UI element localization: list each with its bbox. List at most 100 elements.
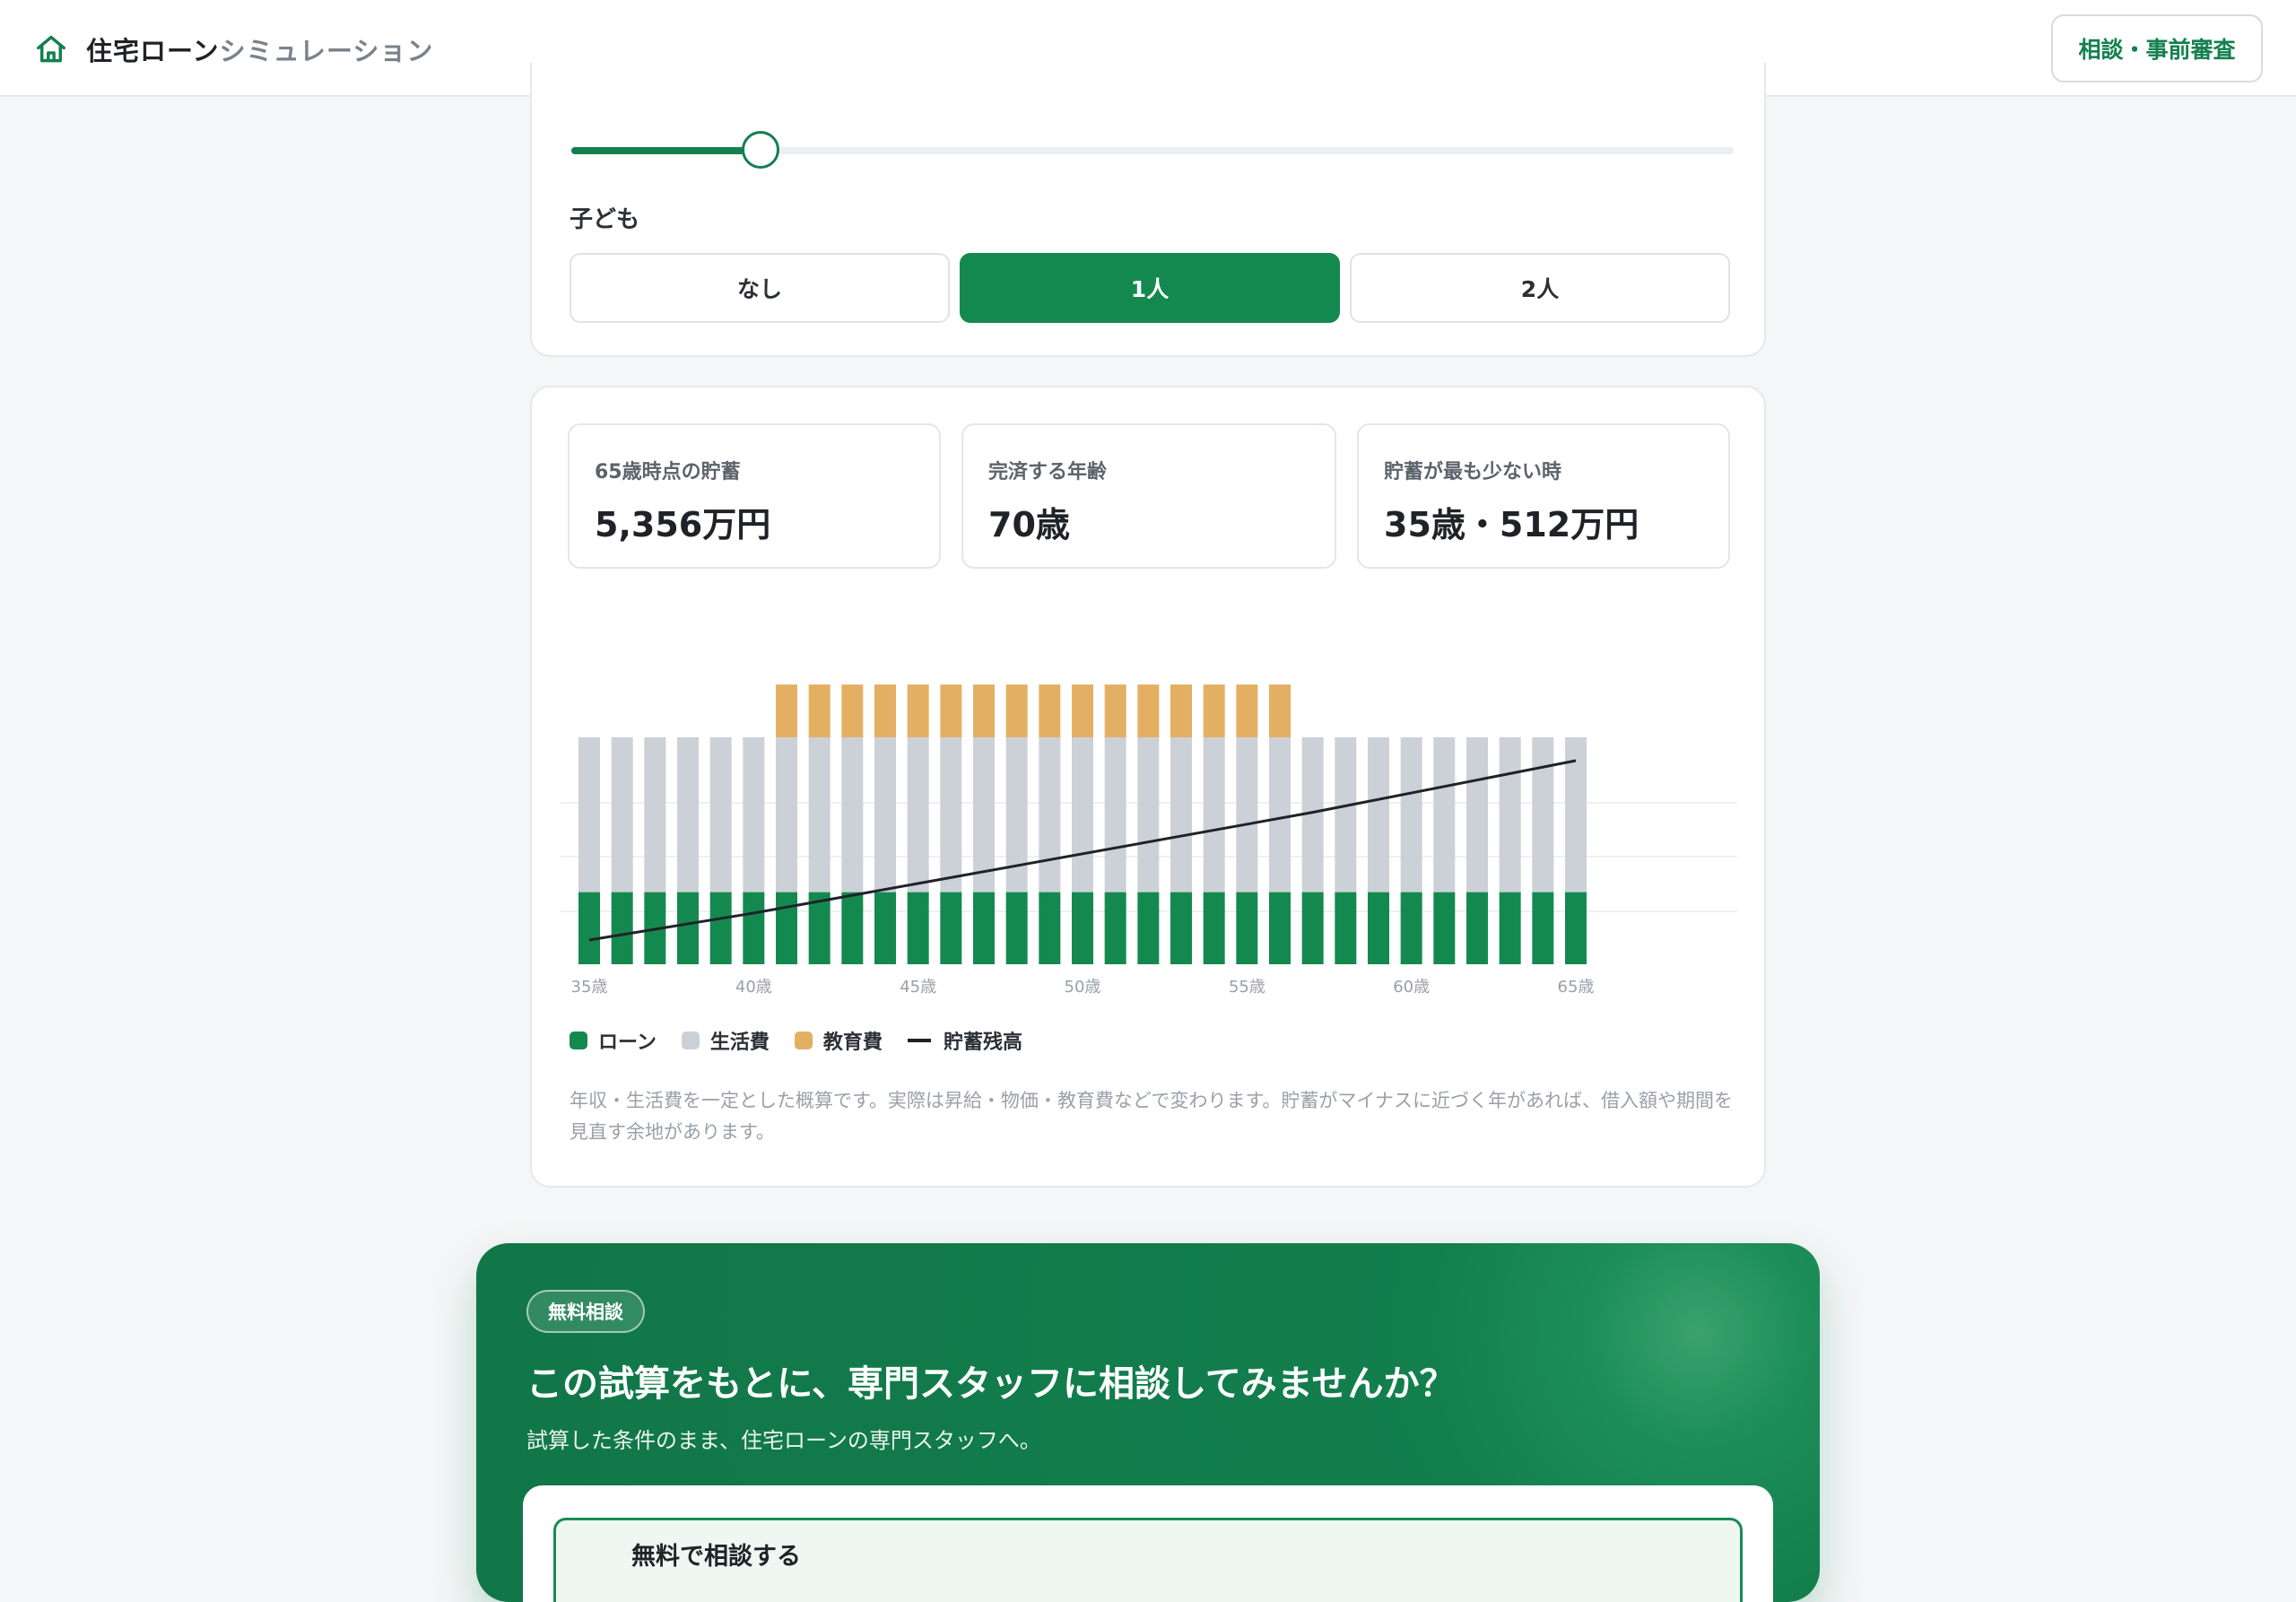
bar-segment-loan [907,892,929,964]
stat-label: 完済する年齢 [988,461,1108,483]
bar-segment-education [874,684,896,737]
stat-label: 貯蓄が最も少ない時 [1384,461,1562,483]
stat-min-savings: 貯蓄が最も少ない時 35歳・512万円 [1357,423,1730,569]
home-icon[interactable] [34,32,68,66]
bar-segment-loan [709,892,732,964]
legend-swatch-savings [907,1039,931,1042]
bar-segment-education [1039,684,1061,737]
legend-item-education: 教育費 [794,1026,883,1055]
x-tick-label: 35歳 [571,978,608,997]
bar-segment-living [709,737,732,892]
bar-segment-loan [1005,892,1028,964]
bar-segment-loan [841,892,864,964]
slider-thumb[interactable] [742,131,780,169]
settings-card: 子ども なし 1人 2人 [530,63,1766,357]
bar-segment-loan [1400,892,1422,964]
disclaimer-note: 年収・生活費を一定とした概算です。実際は昇給・物価・教育費などで変わります。貯蓄… [570,1090,1733,1143]
stat-payoff-age: 完済する年齢 70歳 [961,423,1336,569]
bar-segment-living [1269,737,1291,892]
bar-segment-living [1005,737,1028,892]
bar-segment-education [973,684,995,737]
legend-swatch-living [681,1032,700,1049]
bar-segment-loan [973,892,995,964]
result-card: 65歳時点の貯蓄 5,356万円 完済する年齢 70歳 貯蓄が最も少ない時 35… [530,386,1766,1188]
bar-segment-living [743,737,765,892]
stat-value: 5,356万円 [595,505,771,544]
legend-item-loan: ローン [570,1026,657,1055]
bar-segment-education [1005,684,1028,737]
bar-segment-living [1137,737,1160,892]
bar-segment-loan [1269,892,1291,964]
bar-segment-living [1400,737,1422,892]
bar-segment-education [808,684,831,737]
bar-segment-living [1565,737,1587,892]
x-tick-label: 55歳 [1229,978,1265,997]
bar-segment-education [907,684,929,737]
cta-panel: 無料で相談する [523,1485,1773,1602]
cta-subtitle: 試算した条件のまま、住宅ローンの専門スタッフへ。 [526,1428,1041,1453]
children-option-two[interactable]: 2人 [1350,253,1730,323]
bar-segment-living [1072,737,1093,892]
bar-segment-living [776,737,797,892]
bar-segment-living [578,737,600,892]
x-tick-label: 60歳 [1393,978,1430,997]
bar-segment-education [1137,684,1160,737]
bar-segment-living [808,737,831,892]
chart-legend: ローン 生活費 教育費 貯蓄残高 [570,1026,1048,1055]
bar-segment-loan [1104,892,1126,964]
bar-segment-living [611,737,633,892]
legend-swatch-loan [570,1032,587,1049]
bar-segment-living [874,737,896,892]
bar-segment-loan [1203,892,1225,964]
bar-segment-education [1203,684,1225,737]
bar-segment-loan [1039,892,1061,964]
bar-segment-living [1203,737,1225,892]
bar-segment-loan [1532,892,1554,964]
bar-segment-loan [578,892,600,964]
bar-segment-living [1236,737,1258,892]
x-tick-label: 40歳 [735,978,772,997]
bar-segment-loan [1137,892,1160,964]
bar-segment-education [1170,684,1192,737]
legend-item-living: 生活費 [681,1026,770,1055]
x-tick-label: 65歳 [1558,978,1595,997]
bar-segment-education [841,684,864,737]
x-tick-label: 45歳 [900,978,936,997]
bar-segment-living [1466,737,1488,892]
bar-segment-living [1170,737,1192,892]
cta-title: この試算をもとに、専門スタッフに相談してみませんか？ [526,1363,1456,1405]
bar-segment-loan [1170,892,1192,964]
bar-segment-loan [874,892,896,964]
bar-segment-loan [743,892,765,964]
consult-button[interactable]: 相談・事前審査 [2051,14,2263,83]
legend-label: 貯蓄残高 [943,1032,1022,1054]
children-option-one[interactable]: 1人 [960,253,1340,323]
bar-segment-living [907,737,929,892]
children-label: 子ども [570,206,640,233]
bar-segment-loan [1433,892,1456,964]
bar-segment-loan [1565,892,1587,964]
bar-segment-living [677,737,699,892]
bar-segment-living [940,737,962,892]
bar-segment-living [1499,737,1521,892]
bar-segment-loan [776,892,797,964]
bar-segment-loan [1335,892,1357,964]
stat-label: 65歳時点の貯蓄 [595,461,741,483]
stat-value: 35歳・512万円 [1384,505,1639,544]
stat-savings-at-65: 65歳時点の貯蓄 5,356万円 [568,423,941,569]
children-option-none[interactable]: なし [570,253,950,323]
free-consult-button[interactable]: 無料で相談する [553,1518,1743,1602]
legend-item-savings: 貯蓄残高 [907,1026,1022,1055]
bar-segment-loan [677,892,699,964]
bar-segment-living [841,737,864,892]
bar-segment-education [776,684,797,737]
bar-segment-education [1269,684,1291,737]
bar-segment-living [644,737,666,892]
legend-label: 教育費 [822,1032,883,1054]
stat-value: 70歳 [988,505,1070,544]
bar-segment-loan [1236,892,1258,964]
bar-segment-education [1072,684,1093,737]
app-title: 住宅ローンシミュレーション [86,30,433,68]
bar-segment-loan [1368,892,1389,964]
bar-segment-living [1039,737,1061,892]
